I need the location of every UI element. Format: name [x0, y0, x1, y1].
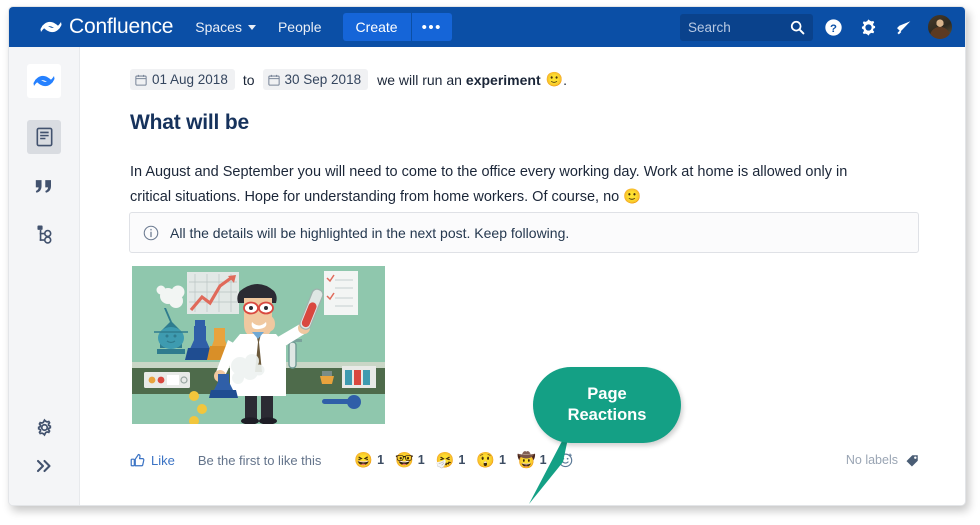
page-content: 01 Aug 2018 to 30 Sep 2018 we will run a… [80, 47, 965, 505]
notifications-button[interactable] [888, 12, 918, 42]
labels-text: No labels [845, 453, 898, 467]
nerd-face-icon: 🤓 [395, 451, 414, 469]
sidebar-item-space-tree[interactable] [27, 217, 61, 251]
body-paragraph-line-2: situations. Hope for understanding from … [175, 189, 620, 205]
browser-window-frame: Confluence Spaces People Create ••• Sear… [8, 6, 966, 506]
sidebar-item-blog[interactable] [27, 169, 61, 203]
start-date-chip[interactable]: 01 Aug 2018 [130, 69, 235, 90]
nav-item-people-label: People [277, 19, 322, 35]
body-paragraph: In August and September you will need to… [130, 160, 890, 210]
page-document-icon [36, 127, 52, 147]
like-button-label: Like [151, 452, 175, 468]
nav-item-spaces[interactable]: Spaces [195, 7, 256, 47]
date-separator: to [242, 71, 255, 88]
create-button[interactable]: Create [342, 13, 411, 41]
create-more-button[interactable]: ••• [410, 13, 452, 41]
reaction-count: 1 [458, 453, 466, 467]
nav-right-group: Search ? [680, 7, 953, 47]
labels-area[interactable]: No labels [846, 453, 920, 468]
search-placeholder: Search [688, 19, 731, 35]
calendar-icon [135, 74, 147, 86]
nav-item-people[interactable]: People [278, 7, 322, 47]
create-more-label: ••• [421, 18, 442, 36]
page-title: What will be [130, 111, 249, 134]
tag-icon [906, 454, 918, 466]
end-date-chip[interactable]: 30 Sep 2018 [262, 69, 369, 90]
date-range-line: 01 Aug 2018 to 30 Sep 2018 we will run a… [130, 69, 567, 90]
svg-text:?: ? [830, 22, 837, 34]
callout-line-1: Page [587, 385, 627, 403]
reaction-count: 1 [499, 453, 506, 467]
sneezing-face-icon: 🤧 [435, 451, 455, 469]
gear-icon [861, 18, 875, 36]
avatar[interactable] [927, 14, 953, 40]
date-line-bold-word: experiment [465, 71, 541, 88]
info-panel-text: All the details will be highlighted in t… [170, 224, 570, 241]
product-name: Confluence [69, 15, 174, 38]
reaction-sneezing-face[interactable]: 🤧 1 [436, 453, 466, 468]
reaction-astonished-face[interactable]: 😲 1 [476, 453, 506, 468]
date-line-emoji: 🙂 [545, 71, 564, 87]
reaction-count: 1 [417, 453, 425, 467]
callout-line-2: Reactions [567, 406, 647, 424]
end-date-label: 30 Sep 2018 [284, 72, 362, 87]
help-button[interactable]: ? [818, 12, 848, 42]
info-circle-icon [143, 225, 159, 240]
body-paragraph-emoji: 🙂 [623, 189, 642, 205]
grinning-squinting-face-icon: 😆 [354, 451, 374, 469]
info-panel: All the details will be highlighted in t… [129, 212, 919, 253]
astonished-face-icon: 😲 [476, 451, 496, 469]
confluence-logo-icon [40, 21, 62, 33]
chevron-down-icon [247, 24, 256, 30]
settings-button[interactable] [853, 12, 883, 42]
calendar-icon [267, 74, 280, 86]
like-button[interactable]: Like [130, 453, 175, 468]
sidebar-item-space-settings[interactable] [27, 410, 61, 444]
left-sidebar [9, 47, 80, 505]
sidebar-item-confluence-logo[interactable] [27, 64, 61, 98]
scientist-laboratory-illustration [132, 266, 385, 424]
double-chevron-right-icon [36, 459, 51, 473]
sidebar-expand-button[interactable] [27, 449, 61, 483]
start-date-label: 01 Aug 2018 [152, 72, 228, 87]
top-navigation-bar: Confluence Spaces People Create ••• Sear… [9, 7, 965, 47]
create-button-group: Create ••• [342, 13, 452, 41]
search-input[interactable]: Search [680, 13, 813, 41]
help-circle-icon: ? [824, 18, 842, 36]
date-line-period: . [563, 71, 567, 88]
confluence-logo-link[interactable]: Confluence [40, 7, 173, 47]
create-button-label: Create [355, 19, 398, 35]
blockquote-icon [35, 179, 51, 193]
thumbs-up-icon [130, 453, 145, 466]
reaction-grinning-squinting-face[interactable]: 😆 1 [354, 453, 384, 468]
date-line-text: we will run an [377, 71, 462, 88]
search-icon [790, 20, 805, 34]
reaction-count: 1 [377, 453, 385, 467]
sitemap-tree-icon [36, 225, 51, 244]
reaction-nerd-face[interactable]: 🤓 1 [395, 453, 425, 468]
gear-icon [37, 418, 51, 436]
callout-text: Page Reactions [568, 384, 647, 426]
illustration-svg [132, 266, 385, 424]
page-footer-bar: Like Be the first to like this 😆 1 🤓 1 🤧… [130, 447, 920, 473]
confluence-logo-icon [33, 75, 55, 87]
callout-bubble: Page Reactions [533, 367, 681, 443]
megaphone-icon [896, 20, 910, 34]
sidebar-item-pages[interactable] [27, 120, 61, 154]
like-status-text: Be the first to like this [197, 452, 322, 468]
nav-item-spaces-label: Spaces [195, 19, 242, 35]
